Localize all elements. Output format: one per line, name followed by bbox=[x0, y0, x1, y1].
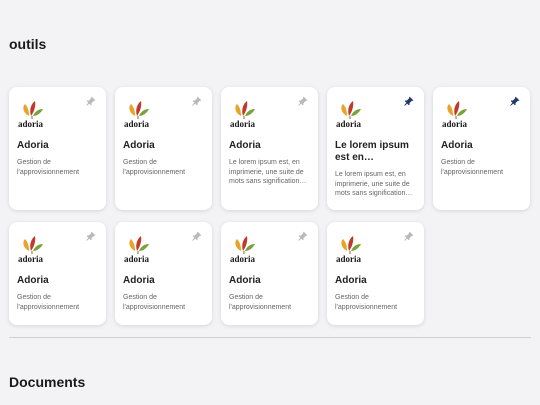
card-description: Gestion de l'approvisionnement bbox=[17, 294, 80, 311]
tool-card[interactable]: adoria Adoria Le lorem ipsum est, en imp… bbox=[221, 87, 318, 210]
pin-icon[interactable] bbox=[404, 96, 414, 106]
adoria-logo: adoria bbox=[230, 236, 256, 263]
svg-text:adoria: adoria bbox=[124, 119, 150, 128]
adoria-logo: adoria bbox=[336, 101, 362, 128]
card-title: Adoria bbox=[123, 140, 155, 151]
pin-icon[interactable] bbox=[192, 231, 202, 241]
section-divider bbox=[9, 337, 531, 338]
card-title: Adoria bbox=[17, 140, 49, 151]
pin-icon[interactable] bbox=[298, 231, 308, 241]
pin-icon[interactable] bbox=[86, 231, 96, 241]
section-title-documents: Documents bbox=[9, 374, 86, 390]
card-title: Adoria bbox=[335, 275, 367, 286]
card-description: Le lorem ipsum est, en imprimerie, une s… bbox=[335, 171, 410, 197]
card-description: Gestion de l'approvisionnement bbox=[441, 159, 504, 176]
card-title: Adoria bbox=[123, 275, 155, 286]
tool-card[interactable]: adoria Adoria Gestion de l'approvisionne… bbox=[115, 87, 212, 210]
card-description: Gestion de l'approvisionnement bbox=[229, 294, 292, 311]
pin-icon[interactable] bbox=[192, 96, 202, 106]
pin-icon[interactable] bbox=[404, 231, 414, 241]
tool-card[interactable]: adoria Adoria Gestion de l'approvisionne… bbox=[433, 87, 530, 210]
tool-card[interactable]: adoria Adoria Gestion de l'approvisionne… bbox=[115, 222, 212, 325]
card-description: Le lorem ipsum est, en imprimerie, une s… bbox=[229, 159, 304, 185]
svg-text:adoria: adoria bbox=[18, 119, 44, 128]
adoria-logo: adoria bbox=[18, 236, 44, 263]
pin-icon[interactable] bbox=[298, 96, 308, 106]
tool-card[interactable]: adoria Adoria Gestion de l'approvisionne… bbox=[9, 222, 106, 325]
svg-text:adoria: adoria bbox=[124, 254, 150, 263]
pin-icon[interactable] bbox=[510, 96, 520, 106]
card-description: Gestion de l'approvisionnement bbox=[335, 294, 398, 311]
card-title: Adoria bbox=[229, 140, 261, 151]
adoria-logo: adoria bbox=[336, 236, 362, 263]
card-title: Adoria bbox=[441, 140, 473, 151]
adoria-logo: adoria bbox=[124, 101, 150, 128]
svg-text:adoria: adoria bbox=[230, 254, 256, 263]
section-title-outils: outils bbox=[9, 36, 47, 52]
adoria-logo: adoria bbox=[18, 101, 44, 128]
card-description: Gestion de l'approvisionnement bbox=[123, 159, 186, 176]
adoria-logo: adoria bbox=[230, 101, 256, 128]
card-description: Gestion de l'approvisionnement bbox=[123, 294, 186, 311]
svg-text:adoria: adoria bbox=[442, 119, 468, 128]
svg-text:adoria: adoria bbox=[336, 119, 362, 128]
svg-text:adoria: adoria bbox=[336, 254, 362, 263]
svg-text:adoria: adoria bbox=[18, 254, 44, 263]
tool-card[interactable]: adoria Adoria Gestion de l'approvisionne… bbox=[221, 222, 318, 325]
tool-card[interactable]: adoria Le lorem ipsum est en imprimerieL… bbox=[327, 87, 424, 210]
adoria-logo: adoria bbox=[442, 101, 468, 128]
tools-grid: adoria Adoria Gestion de l'approvisionne… bbox=[9, 87, 530, 325]
tool-card[interactable]: adoria Adoria Gestion de l'approvisionne… bbox=[9, 87, 106, 210]
card-title: Le lorem ipsum est en imprimerieLe lorem… bbox=[335, 140, 409, 163]
adoria-logo: adoria bbox=[124, 236, 150, 263]
card-title: Adoria bbox=[229, 275, 261, 286]
card-title: Adoria bbox=[17, 275, 49, 286]
pin-icon[interactable] bbox=[86, 96, 96, 106]
tool-card[interactable]: adoria Adoria Gestion de l'approvisionne… bbox=[327, 222, 424, 325]
svg-text:adoria: adoria bbox=[230, 119, 256, 128]
card-description: Gestion de l'approvisionnement bbox=[17, 159, 80, 176]
